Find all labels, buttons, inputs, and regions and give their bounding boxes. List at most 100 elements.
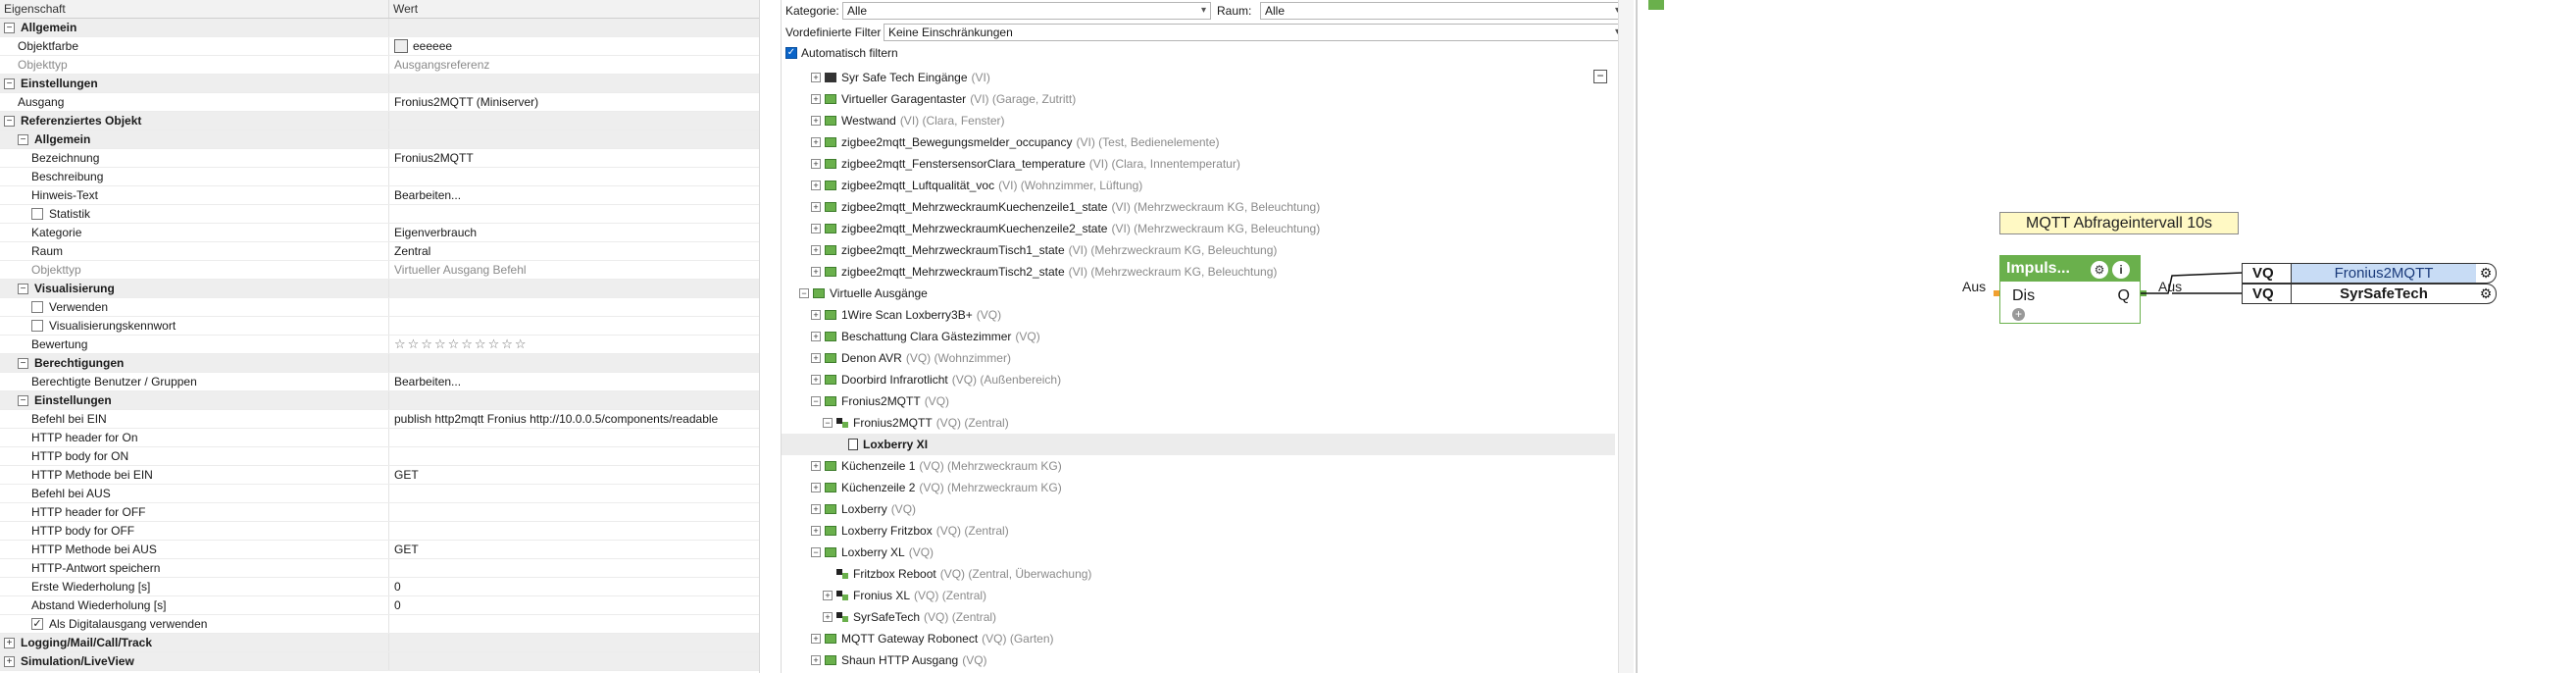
expand-icon[interactable]: + bbox=[811, 332, 821, 341]
property-category[interactable]: − Einstellungen bbox=[0, 75, 759, 93]
property-row[interactable]: HTTP Methode bei AUS GET bbox=[0, 541, 759, 559]
property-row[interactable]: HTTP body for OFF bbox=[0, 522, 759, 541]
property-row[interactable]: Erste Wiederholung [s] 0 bbox=[0, 578, 759, 596]
property-row[interactable]: Beschreibung bbox=[0, 168, 759, 186]
collapse-icon[interactable]: − bbox=[811, 396, 821, 406]
property-value-cell[interactable]: Eigenverbrauch bbox=[389, 224, 759, 241]
property-row[interactable]: Bewertung ☆☆☆☆☆☆☆☆☆☆ bbox=[0, 336, 759, 354]
property-row[interactable]: HTTP header for OFF bbox=[0, 503, 759, 522]
tree-item[interactable]: + Fronius XL (VQ) (Zentral) bbox=[782, 585, 1615, 606]
tree-item[interactable]: + Syr Safe Tech Eingänge (VI) bbox=[782, 67, 1615, 88]
property-value-cell[interactable] bbox=[389, 429, 759, 446]
gear-icon[interactable]: ⚙ bbox=[2476, 264, 2496, 283]
collapse-icon[interactable]: − bbox=[799, 288, 809, 298]
add-input-icon[interactable]: + bbox=[2012, 308, 2025, 321]
property-row[interactable]: Verwenden bbox=[0, 298, 759, 317]
tree-item[interactable]: + Küchenzeile 2 (VQ) (Mehrzweckraum KG) bbox=[782, 477, 1615, 498]
expand-icon[interactable]: + bbox=[811, 310, 821, 320]
tree-item[interactable]: − Fronius2MQTT (VQ) (Zentral) bbox=[782, 412, 1615, 434]
property-row[interactable]: HTTP body for ON bbox=[0, 447, 759, 466]
tree-item[interactable]: + Loxberry (VQ) bbox=[782, 498, 1615, 520]
property-value-cell[interactable]: GET bbox=[389, 466, 759, 484]
raum-select[interactable]: Alle ▾ bbox=[1260, 2, 1625, 20]
collapse-icon[interactable]: − bbox=[823, 418, 833, 428]
output-ref-row[interactable]: VQ SyrSafeTech ⚙ bbox=[2242, 284, 2497, 304]
collapse-icon[interactable]: − bbox=[4, 115, 15, 127]
property-row[interactable]: Objekttyp Ausgangsreferenz bbox=[0, 56, 759, 75]
gear-icon[interactable]: ⚙ bbox=[2476, 285, 2496, 303]
expand-icon[interactable]: + bbox=[811, 526, 821, 536]
property-value-cell[interactable] bbox=[389, 485, 759, 502]
property-row[interactable]: Kategorie Eigenverbrauch bbox=[0, 224, 759, 242]
property-value-cell[interactable]: Bearbeiten... bbox=[389, 373, 759, 390]
property-category[interactable]: − Visualisierung bbox=[0, 280, 759, 298]
property-category[interactable]: − Einstellungen bbox=[0, 391, 759, 410]
property-value-cell[interactable]: 0 bbox=[389, 578, 759, 595]
tree-item[interactable]: + Virtueller Garagentaster (VI) (Garage, Z… bbox=[782, 88, 1615, 110]
tree-scrollbar[interactable] bbox=[1618, 0, 1634, 673]
expand-icon[interactable]: + bbox=[811, 245, 821, 255]
expand-icon[interactable]: + bbox=[811, 181, 821, 190]
property-row[interactable]: Visualisierungskennwort bbox=[0, 317, 759, 336]
property-value-cell[interactable] bbox=[389, 522, 759, 540]
expand-icon[interactable]: + bbox=[811, 353, 821, 363]
tree-item[interactable]: − Virtuelle Ausgänge bbox=[782, 283, 1615, 304]
property-value-cell[interactable] bbox=[389, 75, 759, 92]
tree-item[interactable]: + Küchenzeile 1 (VQ) (Mehrzweckraum KG) bbox=[782, 455, 1615, 477]
property-value-cell[interactable] bbox=[389, 205, 759, 223]
tree-item[interactable]: + zigbee2mqtt_MehrzweckraumTisch2_state (V… bbox=[782, 261, 1615, 283]
property-value-cell[interactable] bbox=[389, 559, 759, 577]
tree-item[interactable]: + SyrSafeTech (VQ) (Zentral) bbox=[782, 606, 1615, 628]
expand-icon[interactable]: + bbox=[811, 634, 821, 644]
tree-item[interactable]: + Denon AVR (VQ) (Wohnzimmer) bbox=[782, 347, 1615, 369]
output-ref-row[interactable]: VQ Fronius2MQTT ⚙ bbox=[2242, 263, 2497, 284]
property-value-cell[interactable]: Zentral bbox=[389, 242, 759, 260]
property-value-cell[interactable]: eeeeee bbox=[389, 37, 759, 55]
expand-icon[interactable]: + bbox=[811, 116, 821, 126]
tree-item[interactable]: + zigbee2mqtt_FenstersensorClara_temperat… bbox=[782, 153, 1615, 175]
property-value-cell[interactable] bbox=[389, 447, 759, 465]
property-checkbox[interactable] bbox=[31, 320, 43, 332]
property-row[interactable]: Ausgang Fronius2MQTT (Miniserver) bbox=[0, 93, 759, 112]
expand-icon[interactable]: + bbox=[4, 637, 15, 648]
property-value-cell[interactable] bbox=[389, 168, 759, 185]
property-row[interactable]: ✓ Als Digitalausgang verwenden bbox=[0, 615, 759, 634]
property-value-cell[interactable] bbox=[389, 354, 759, 372]
tree-item[interactable]: Loxberry XI bbox=[782, 434, 1615, 455]
impulse-block[interactable]: Impuls... ⚙ i Dis Q + bbox=[1999, 255, 2141, 324]
property-value-cell[interactable]: Fronius2MQTT bbox=[389, 149, 759, 167]
property-value-cell[interactable]: publish http2mqtt Fronius http://10.0.0.… bbox=[389, 410, 759, 428]
expand-icon[interactable]: + bbox=[823, 612, 833, 622]
auto-filter-checkbox[interactable]: ✓ bbox=[785, 47, 797, 59]
expand-icon[interactable]: + bbox=[811, 94, 821, 104]
panel-splitter[interactable] bbox=[1636, 0, 1638, 673]
tree-item[interactable]: + zigbee2mqtt_MehrzweckraumTisch1_state (V… bbox=[782, 239, 1615, 261]
property-row[interactable]: HTTP header for On bbox=[0, 429, 759, 447]
property-row[interactable]: Bezeichnung Fronius2MQTT bbox=[0, 149, 759, 168]
info-icon[interactable]: i bbox=[2112, 261, 2130, 279]
property-row[interactable]: Raum Zentral bbox=[0, 242, 759, 261]
expand-icon[interactable]: + bbox=[811, 461, 821, 471]
property-value-cell[interactable] bbox=[389, 615, 759, 633]
collapse-icon[interactable]: − bbox=[18, 357, 28, 369]
kategorie-select[interactable]: Alle ▾ bbox=[842, 2, 1211, 20]
expand-icon[interactable]: + bbox=[811, 483, 821, 492]
property-row[interactable]: Berechtigte Benutzer / Gruppen Bearbeiten… bbox=[0, 373, 759, 391]
property-row[interactable]: Statistik bbox=[0, 205, 759, 224]
property-row[interactable]: Objekttyp Virtueller Ausgang Befehl bbox=[0, 261, 759, 280]
tree-item[interactable]: +1Wire Scan Loxberry3B+ (VQ) bbox=[782, 304, 1615, 326]
tree-item[interactable]: + zigbee2mqtt_Luftqualität_voc (VI) (Wohnz… bbox=[782, 175, 1615, 196]
expand-icon[interactable]: + bbox=[811, 137, 821, 147]
property-value-cell[interactable]: GET bbox=[389, 541, 759, 558]
expand-icon[interactable]: + bbox=[811, 504, 821, 514]
expand-icon[interactable]: + bbox=[4, 655, 15, 667]
property-checkbox[interactable] bbox=[31, 208, 43, 220]
property-value-cell[interactable] bbox=[389, 280, 759, 297]
tree-item[interactable]: + Doorbird Infrarotlicht (VQ) (Außenbereic… bbox=[782, 369, 1615, 390]
tree-item[interactable]: + MQTT Gateway Robonect (VQ) (Garten) bbox=[782, 628, 1615, 649]
property-row[interactable]: Hinweis-Text Bearbeiten... bbox=[0, 186, 759, 205]
property-value-cell[interactable] bbox=[389, 503, 759, 521]
tree-item[interactable]: + zigbee2mqtt_MehrzweckraumKuechenzeile2_… bbox=[782, 218, 1615, 239]
property-value-cell[interactable]: Ausgangsreferenz bbox=[389, 56, 759, 74]
property-row[interactable]: Befehl bei AUS bbox=[0, 485, 759, 503]
